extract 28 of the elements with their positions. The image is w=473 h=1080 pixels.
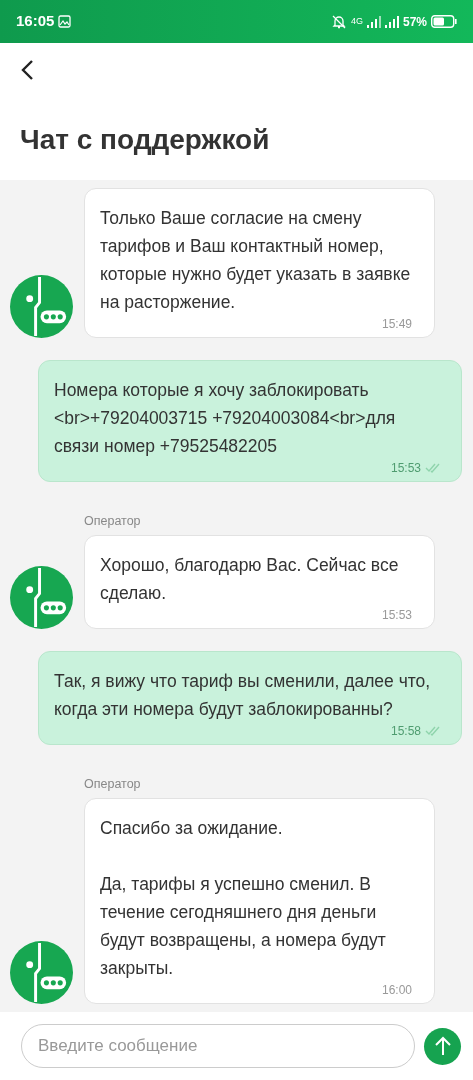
message-time: 16:00 <box>381 981 412 998</box>
operator-avatar <box>10 940 73 1004</box>
message-text: Спасибо за ожидание. Да, тарифы я успешно сменил. В течение сегодняшнего дня деньги будут возвращены, а номера будут закрыты. <box>100 816 387 980</box>
message-time: 15:58 <box>390 722 421 739</box>
message-time: 15:53 <box>381 606 412 623</box>
status-time: 16:05 <box>16 11 55 32</box>
message-text: Так, я вижу что тариф вы сменили, далее что, когда эти номера будут заблокированны? <box>54 669 432 721</box>
message-time: 15:53 <box>390 460 421 476</box>
network-label: 4G <box>350 14 363 28</box>
message-text: Хорошо, благодарю Вас. Сейчас все сделаю. <box>100 553 400 605</box>
page-title: Чат с поддержкой <box>20 123 271 157</box>
signal-icon <box>384 15 399 28</box>
arrow-up-icon <box>433 1036 452 1056</box>
sender-label: Оператор <box>84 513 142 530</box>
message-time: 15:49 <box>381 316 412 332</box>
operator-avatar <box>10 275 73 338</box>
send-button[interactable] <box>424 1027 461 1065</box>
signal-icon <box>366 15 381 28</box>
muted-bell-icon <box>330 13 347 30</box>
sender-label: Оператор <box>84 775 142 793</box>
back-icon[interactable] <box>20 58 34 81</box>
message-input[interactable]: Введите сообщение <box>21 1024 415 1068</box>
battery-percent: 57% <box>402 13 427 31</box>
message-text: Только Ваше согласие на смену тарифов и Ваш контактный номер, которые нужно будет указать в заявке на расторжение. <box>100 207 412 314</box>
image-icon <box>58 15 72 28</box>
battery-icon <box>431 15 457 28</box>
operator-avatar <box>10 565 73 629</box>
message-text: Номера которые я хочу заблокировать <br>+79204003715 +79204003084<br>для связи номер +79525482205 <box>54 379 397 458</box>
